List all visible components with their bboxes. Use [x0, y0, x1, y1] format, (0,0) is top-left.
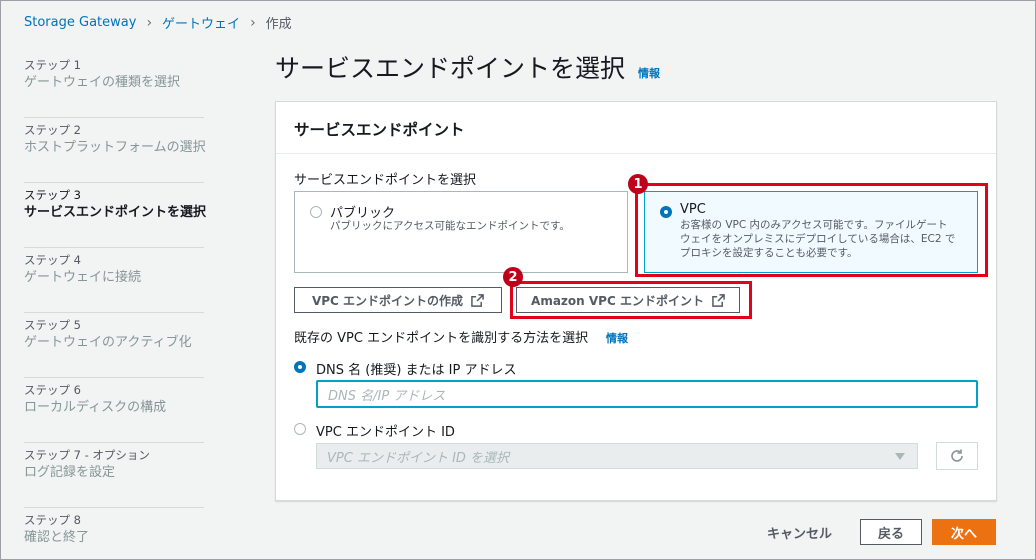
refresh-button[interactable]: [936, 442, 978, 470]
endpoint-select-label: サービスエンドポイントを選択: [294, 173, 477, 188]
step-number: ステップ 7 - オプション: [24, 448, 150, 462]
breadcrumb-storage-gateway[interactable]: Storage Gateway: [24, 15, 136, 30]
caret-down-icon: [895, 453, 905, 460]
step-title: 確認と終了: [24, 530, 90, 545]
step-number: ステップ 2: [24, 123, 81, 137]
step-3: ステップ 3 サービスエンドポイントを選択: [24, 183, 207, 248]
breadcrumb: Storage Gateway › ゲートウェイ › 作成: [24, 13, 292, 33]
dns-ip-input[interactable]: DNS 名/IP アドレス: [316, 380, 978, 408]
endpoint-id-placeholder: VPC エンドポイント ID を選択: [327, 450, 510, 466]
step-2: ステップ 2 ホストプラットフォームの選択: [24, 118, 206, 183]
endpoint-id-radio[interactable]: [294, 423, 306, 435]
external-link-icon: [471, 293, 484, 307]
annotation-badge-1: 1: [628, 174, 648, 194]
panel-title: サービスエンドポイント: [294, 121, 465, 139]
public-endpoint-tile[interactable]: パブリック パブリックにアクセス可能なエンドポイントです。: [294, 191, 628, 273]
chevron-right-icon: ›: [146, 14, 153, 31]
step-8: ステップ 8 確認と終了: [24, 508, 204, 560]
annotation-badge-2: 2: [503, 267, 523, 287]
info-link[interactable]: 情報: [606, 330, 628, 346]
public-radio[interactable]: [310, 206, 322, 218]
dns-ip-placeholder: DNS 名/IP アドレス: [328, 388, 446, 404]
step-6: ステップ 6 ローカルディスクの構成: [24, 378, 204, 443]
step-number: ステップ 6: [24, 383, 81, 397]
public-tile-description: パブリックにアクセス可能なエンドポイントです。: [330, 220, 570, 232]
step-number: ステップ 3: [24, 188, 81, 202]
step-title: ホストプラットフォームの選択: [24, 140, 206, 155]
step-title: ゲートウェイのアクティブ化: [24, 335, 192, 350]
identify-method-label: 既存の VPC エンドポイントを識別する方法を選択: [294, 331, 589, 346]
chevron-right-icon: ›: [250, 14, 256, 31]
endpoint-id-option-label[interactable]: VPC エンドポイント ID: [316, 421, 455, 440]
cancel-button[interactable]: キャンセル: [767, 523, 832, 542]
breadcrumb-gateways[interactable]: ゲートウェイ: [162, 13, 240, 32]
back-button[interactable]: 戻る: [860, 519, 922, 545]
next-button[interactable]: 次へ: [932, 519, 996, 545]
step-number: ステップ 8: [24, 513, 81, 527]
step-title: ゲートウェイの種類を選択: [24, 75, 181, 90]
refresh-icon: [951, 449, 963, 462]
endpoint-id-select[interactable]: VPC エンドポイント ID を選択: [316, 443, 918, 469]
step-1: ステップ 1 ゲートウェイの種類を選択: [24, 53, 204, 118]
step-title: ローカルディスクの構成: [24, 400, 167, 415]
annotation-box-2: [510, 281, 752, 319]
back-button-label: 戻る: [877, 526, 904, 542]
step-5: ステップ 5 ゲートウェイのアクティブ化: [24, 313, 204, 378]
step-number: ステップ 1: [24, 58, 81, 72]
step-4: ステップ 4 ゲートウェイに接続: [24, 248, 204, 313]
dns-radio[interactable]: [294, 361, 306, 373]
step-title: サービスエンドポイントを選択: [24, 205, 207, 220]
page-title: サービスエンドポイントを選択: [275, 54, 626, 83]
next-button-label: 次へ: [950, 526, 977, 542]
create-vpc-endpoint-button[interactable]: VPC エンドポイントの作成: [294, 287, 502, 313]
step-7: ステップ 7 - オプション ログ記録を設定: [24, 443, 204, 508]
breadcrumb-current: 作成: [265, 17, 292, 32]
step-title: ログ記録を設定: [24, 465, 116, 480]
annotation-box-1: [635, 183, 988, 277]
dns-option-label[interactable]: DNS 名 (推奨) または IP アドレス: [316, 359, 516, 378]
step-title: ゲートウェイに接続: [24, 270, 142, 285]
panel-header: サービスエンドポイント: [276, 102, 996, 154]
step-number: ステップ 4: [24, 253, 81, 267]
wizard-steps: ステップ 1 ゲートウェイの種類を選択 ステップ 2 ホストプラットフォームの選…: [24, 53, 207, 560]
step-number: ステップ 5: [24, 318, 81, 332]
create-vpc-endpoint-label: VPC エンドポイントの作成: [311, 293, 464, 308]
info-link[interactable]: 情報: [638, 65, 660, 81]
